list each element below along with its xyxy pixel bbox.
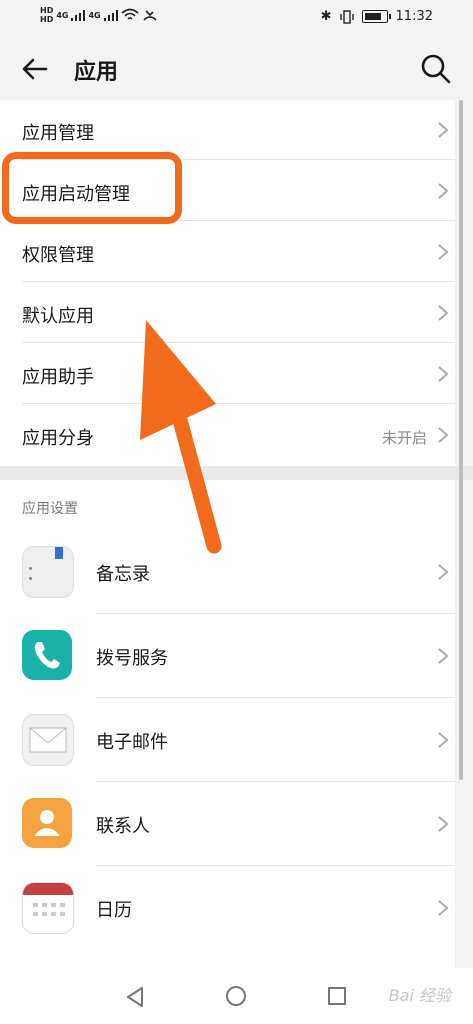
section-title-app-settings: 应用设置: [22, 501, 78, 517]
arrow-left-icon[interactable]: [18, 52, 52, 86]
chevron-right-icon: [438, 648, 449, 664]
app-item-calendar[interactable]: 日历: [0, 866, 455, 950]
app-item-label: 日历: [96, 900, 132, 921]
chevron-right-icon: [438, 732, 449, 748]
chevron-right-icon: [438, 122, 449, 138]
network-hd-badges: HD HD: [40, 6, 54, 24]
email-icon: [22, 714, 74, 766]
app-item-email[interactable]: 电子邮件: [0, 698, 455, 782]
menu-item-permission-management[interactable]: 权限管理: [0, 222, 455, 282]
notes-icon: [22, 546, 74, 598]
app-item-contacts[interactable]: 联系人: [0, 782, 455, 866]
status-bar: HD HD 4G 4G ✱ 11:32: [0, 0, 473, 36]
chevron-right-icon: [438, 816, 449, 832]
menu-item-label: 应用助手: [22, 367, 94, 388]
page-title: 应用: [74, 60, 119, 85]
signal1-icon: [71, 9, 86, 21]
watermark: Bai 经验: [388, 986, 451, 1005]
navigation-bar: Bai 经验: [0, 968, 473, 1024]
app-item-label: 联系人: [96, 816, 150, 837]
scrollbar[interactable]: [459, 100, 463, 780]
chevron-right-icon: [438, 564, 449, 580]
app-item-label: 备忘录: [96, 564, 150, 585]
app-item-label: 拨号服务: [96, 648, 168, 669]
phone-icon: [22, 630, 72, 680]
chevron-right-icon: [438, 366, 449, 382]
signal2-icon: [103, 9, 118, 21]
clock: 11:32: [395, 9, 433, 24]
app-item-dialer[interactable]: 拨号服务: [0, 614, 455, 698]
menu-item-label: 应用分身: [22, 428, 94, 449]
nav-recent-apps-icon[interactable]: [328, 987, 346, 1005]
chevron-right-icon: [438, 244, 449, 260]
battery-icon: [361, 10, 391, 23]
search-icon[interactable]: [419, 52, 453, 86]
bluetooth-icon: ✱: [320, 9, 332, 24]
menu-item-app-management[interactable]: 应用管理: [0, 100, 455, 160]
calendar-icon: [22, 882, 74, 934]
missed-call-icon: [143, 10, 157, 21]
menu-item-label: 默认应用: [22, 306, 94, 327]
wifi-icon: [121, 8, 139, 20]
nav-home-icon[interactable]: [226, 986, 246, 1006]
menu-item-label: 权限管理: [22, 245, 94, 266]
chevron-right-icon: [438, 183, 449, 199]
divider: [22, 281, 455, 282]
annotation-arrow-icon: [140, 320, 222, 554]
app-item-label: 电子邮件: [96, 732, 168, 753]
menu-item-label: 应用管理: [22, 123, 94, 144]
highlight-box: [2, 152, 182, 224]
contacts-icon: [22, 798, 72, 848]
signal1-label: 4G: [56, 10, 69, 20]
chevron-right-icon: [438, 305, 449, 321]
nav-back-icon[interactable]: [124, 986, 146, 1008]
app-header: 应用: [0, 36, 473, 100]
signal2-label: 4G: [88, 10, 101, 20]
chevron-right-icon: [438, 900, 449, 916]
vibrate-icon: [339, 9, 354, 24]
app-twin-status: 未开启: [381, 429, 427, 447]
chevron-right-icon: [438, 427, 449, 443]
